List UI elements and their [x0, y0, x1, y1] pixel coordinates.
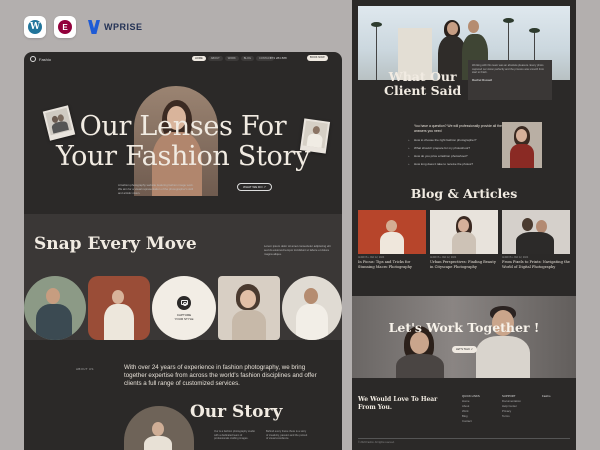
blog-card-3[interactable]: ALWAYS • JAN 12, 2024 From Pixels to Pri… [502, 210, 570, 269]
blog-image-2 [430, 210, 498, 254]
nav-work[interactable]: WORK [224, 56, 239, 61]
photo-gallery: CAPTURE YOUR STYLE [24, 276, 342, 340]
elementor-icon: E [58, 20, 72, 34]
footer-link[interactable]: Home [462, 399, 469, 403]
footer-quick-links: QUICK LINKS Home About Work Blog Contact [462, 394, 480, 424]
blog-post-title[interactable]: Urban Perspectives: Finding Beauty in Ci… [430, 260, 498, 269]
footer-support-links: SUPPORT Documentation Help Center Privac… [502, 394, 521, 419]
testimonial-name: Rachel Russell [472, 77, 493, 82]
footer-brand-name[interactable]: Fashio [542, 394, 550, 399]
footer-title-line2: From You. [358, 403, 392, 411]
phone-number[interactable]: 073 284 888 [270, 56, 287, 60]
blog-meta: ALWAYS • JAN 12, 2024 [358, 256, 385, 259]
right-page-preview: What Our Client Said Working with this t… [352, 0, 576, 450]
story-photo [124, 406, 194, 450]
hero-title-line2: Your Fashion Story [55, 141, 311, 172]
hero-title-line1: Our Lenses For [79, 111, 287, 142]
wordpress-icon: W [28, 20, 42, 34]
client-title-line1: What Our [388, 69, 457, 84]
footer-link[interactable]: Terms [502, 414, 510, 418]
hero-title: Our Lenses For Your Fashion Story [24, 112, 342, 172]
work-together-banner [352, 296, 576, 378]
blog-image-3 [502, 210, 570, 254]
capture-line2: YOUR STYLE [174, 316, 194, 321]
wordpress-logo: W [24, 16, 46, 38]
hero-description: A fashion photography website featuring … [118, 183, 194, 195]
client-title: What Our Client Said [384, 70, 461, 98]
book-now-button[interactable]: BOOK NOW [307, 55, 328, 61]
wprise-icon [88, 20, 100, 34]
footer-link[interactable]: Contact [462, 419, 472, 423]
footer: We Would Love To Hear From You. QUICK LI… [352, 386, 576, 450]
work-together-title: Let's Work Together ! [388, 320, 540, 335]
brand-name: Fashio [39, 56, 52, 62]
client-title-line2: Client Said [384, 83, 462, 98]
footer-link[interactable]: Blog [462, 414, 468, 418]
faq-item[interactable]: How long does it take to receive the pho… [408, 162, 510, 166]
snap-description: Lorem ipsum dolor sit amet consectetur a… [264, 244, 331, 256]
elementor-logo: E [54, 16, 76, 38]
gallery-photo-2[interactable] [88, 276, 150, 340]
footer-title: We Would Love To Hear From You. [358, 396, 437, 411]
left-page-preview: Fashio HOME ABOUT WORK BLOG CONTACT 073 … [24, 52, 342, 450]
gallery-photo-3[interactable] [218, 276, 280, 340]
blog-post-title[interactable]: From Pixels to Prints: Navigating the Wo… [502, 260, 570, 269]
about-label: ABOUT US [76, 367, 94, 371]
gallery-photo-4[interactable] [282, 276, 342, 340]
wprise-label: WPRISE [104, 22, 143, 32]
site-brand[interactable]: Fashio [30, 56, 51, 62]
footer-copyright: © 2024 Fashio. All rights reserved. [358, 438, 570, 444]
wprise-logo: WPRISE [88, 20, 143, 34]
story-title: Our Story [190, 402, 283, 422]
faq-heading: You have a question? We will professiona… [414, 124, 502, 133]
brand-logos: W E WPRISE [24, 16, 143, 38]
faq-item[interactable]: How do you price a fashion photoshoot? [408, 154, 510, 158]
blog-card-1[interactable]: ALWAYS • JAN 12, 2024 In Focus: Tips and… [358, 210, 426, 269]
about-text: With over 24 years of experience in fash… [124, 364, 317, 387]
gallery-photo-1[interactable] [24, 276, 86, 340]
faq-item[interactable]: How to choose the right fashion photogra… [408, 138, 510, 142]
footer-link[interactable]: Privacy [502, 409, 511, 413]
blog-title: Blog & Articles [410, 186, 518, 201]
testimonial-text: Working with this team was an absolute p… [472, 64, 545, 75]
top-nav: Fashio HOME ABOUT WORK BLOG CONTACT 073 … [24, 52, 342, 66]
camera-icon [177, 295, 191, 310]
footer-link[interactable]: About [462, 404, 469, 408]
footer-title-line1: We Would Love To Hear [358, 396, 438, 403]
snap-title: Snap Every Move [34, 234, 197, 254]
snap-section: Snap Every Move Lorem ipsum dolor sit am… [24, 214, 342, 340]
what-we-do-button[interactable]: WHAT WE DO ↗ [237, 183, 272, 191]
brand-logo-icon [30, 56, 36, 62]
palm-tree [371, 22, 382, 80]
blog-post-title[interactable]: In Focus: Tips and Tricks for Stunning M… [358, 260, 426, 269]
faq-photo [502, 122, 542, 168]
nav-home[interactable]: HOME [192, 56, 206, 61]
faq-item[interactable]: What should I prepare for my photoshoot? [408, 146, 510, 150]
blog-card-2[interactable]: ALWAYS • JAN 12, 2024 Urban Perspectives… [430, 210, 498, 269]
lets-talk-button[interactable]: LET'S TALK ↗ [452, 346, 477, 353]
footer-link[interactable]: Help Center [502, 404, 517, 408]
footer-link[interactable]: Work [462, 409, 468, 413]
blog-meta: ALWAYS • JAN 12, 2024 [430, 256, 457, 259]
footer-link[interactable]: Documentation [502, 399, 521, 403]
capture-your-style-tile[interactable]: CAPTURE YOUR STYLE [152, 276, 216, 340]
nav-about[interactable]: ABOUT [207, 56, 223, 61]
story-column-2: Behind every frame there is a story of c… [266, 430, 308, 441]
blog-meta: ALWAYS • JAN 12, 2024 [502, 256, 529, 259]
blog-image-1 [358, 210, 426, 254]
nav-links: HOME ABOUT WORK BLOG CONTACT [192, 56, 275, 61]
footer-brand: Fashio [542, 394, 550, 399]
testimonial-card: Working with this team was an absolute p… [468, 60, 552, 100]
nav-blog[interactable]: BLOG [240, 56, 255, 61]
story-column-1: Our is a fashion photography studio with… [214, 430, 255, 441]
